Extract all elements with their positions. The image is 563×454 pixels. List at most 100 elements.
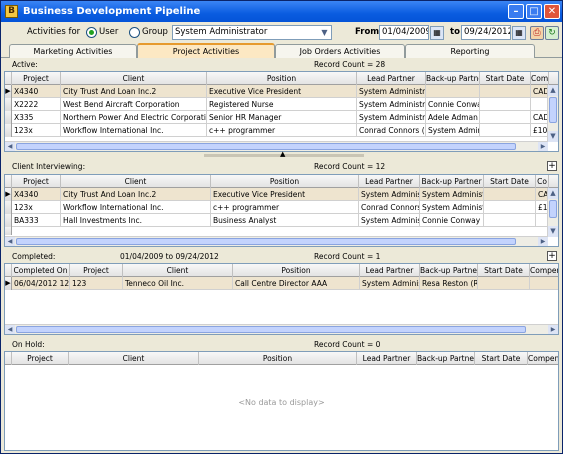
cell-position: c++ programmer xyxy=(211,201,359,214)
from-label: From xyxy=(355,27,380,37)
scroll-right-icon[interactable]: ▶ xyxy=(538,142,548,151)
scroll-thumb[interactable] xyxy=(16,326,526,333)
column-header[interactable]: Lead Partner xyxy=(357,72,426,85)
table-row[interactable]: 123x Workflow International Inc. c++ pro… xyxy=(5,201,558,214)
column-header[interactable]: Back-up Partne xyxy=(420,264,478,277)
from-date-field[interactable]: 01/04/2009 xyxy=(379,25,429,40)
cell-client: City Trust And Loan Inc.2 xyxy=(61,85,207,98)
scroll-right-icon[interactable]: ▶ xyxy=(538,237,548,246)
column-header[interactable]: Position xyxy=(233,264,360,277)
vertical-scrollbar[interactable]: ▲ ▼ xyxy=(547,188,558,237)
horizontal-scrollbar[interactable]: ◀ ▶ xyxy=(5,324,558,334)
to-date-field[interactable]: 09/24/2012 xyxy=(461,25,511,40)
cell-lead-partner: System Adminis xyxy=(362,277,420,290)
column-header[interactable]: Client xyxy=(61,175,211,188)
column-header[interactable]: Position xyxy=(207,72,357,85)
cell-backup-partner xyxy=(426,85,480,98)
scroll-thumb[interactable] xyxy=(16,143,516,150)
user-select[interactable]: System Administrator ▼ xyxy=(172,25,332,40)
scroll-left-icon[interactable]: ◀ xyxy=(5,325,15,334)
onhold-grid[interactable]: Project Client Position Lead Partner Bac… xyxy=(4,351,559,451)
column-header[interactable]: Client xyxy=(69,352,199,365)
maximize-button[interactable]: □ xyxy=(526,4,542,19)
column-header[interactable]: Compens xyxy=(530,264,558,277)
column-header[interactable]: Co xyxy=(536,175,549,188)
column-header[interactable]: Project xyxy=(70,264,123,277)
title-bar: B Business Development Pipeline – □ ✕ xyxy=(1,1,562,22)
column-header[interactable]: Start Date xyxy=(478,264,530,277)
scroll-down-icon[interactable]: ▼ xyxy=(548,131,558,142)
interviewing-grid[interactable]: Project Client Position Lead Partner Bac… xyxy=(4,174,559,247)
table-row[interactable]: 123x Workflow International Inc. c++ pro… xyxy=(5,124,558,137)
table-row[interactable]: BA333 Hall Investments Inc. Business Ana… xyxy=(5,214,558,227)
tab-reporting[interactable]: Reporting xyxy=(405,44,535,58)
scroll-left-icon[interactable]: ◀ xyxy=(5,237,15,246)
cell-backup-partner: System Administr xyxy=(422,201,484,214)
tab-project-activities[interactable]: Project Activities xyxy=(137,43,275,58)
refresh-icon[interactable]: ↻ xyxy=(545,26,559,40)
column-header[interactable]: Start Date xyxy=(475,352,528,365)
cell-position: c++ programmer xyxy=(207,124,357,137)
horizontal-scrollbar[interactable]: ◀ ▶ xyxy=(5,141,548,151)
interviewing-record-count: Record Count = 12 xyxy=(314,162,386,171)
table-row[interactable]: ▶ 06/04/2012 12 123 Tenneco Oil Inc. Cal… xyxy=(5,277,558,290)
cell-lead-partner: Conrad Connors xyxy=(361,201,420,214)
cell-project: X4340 xyxy=(12,188,61,201)
scroll-up-icon[interactable]: ▲ xyxy=(548,188,558,199)
cell-project: 123x xyxy=(12,201,61,214)
active-grid[interactable]: Project Client Position Lead Partner Bac… xyxy=(4,71,559,152)
column-header[interactable]: Lead Partner xyxy=(357,352,417,365)
column-header[interactable]: Com xyxy=(531,72,549,85)
active-record-count: Record Count = 28 xyxy=(314,60,386,69)
scroll-left-icon[interactable]: ◀ xyxy=(5,142,15,151)
to-label: to xyxy=(450,27,460,37)
table-row[interactable]: ▶ X4340 City Trust And Loan Inc.2 Execut… xyxy=(5,188,558,201)
scroll-thumb[interactable] xyxy=(16,238,516,245)
column-header[interactable]: Back-up Partner xyxy=(420,175,484,188)
grid-corner xyxy=(5,175,12,188)
minimize-button[interactable]: – xyxy=(508,4,524,19)
column-header[interactable]: Position xyxy=(199,352,357,365)
splitter[interactable]: ▲ xyxy=(4,150,559,158)
completed-date-range: 01/04/2009 to 09/24/2012 xyxy=(120,252,219,261)
scroll-up-icon[interactable]: ▲ xyxy=(548,85,558,96)
tab-strip: Marketing Activities Project Activities … xyxy=(1,43,562,58)
column-header[interactable]: Start Date xyxy=(484,175,536,188)
scroll-thumb[interactable] xyxy=(549,97,557,123)
column-header[interactable]: Client xyxy=(123,264,233,277)
expand-icon[interactable]: + xyxy=(547,161,557,171)
completed-grid[interactable]: Completed On Project Client Position Lea… xyxy=(4,263,559,335)
vertical-scrollbar[interactable]: ▲ ▼ xyxy=(547,85,558,142)
calendar-icon[interactable]: ▦ xyxy=(430,26,444,40)
column-header[interactable]: Start Date xyxy=(480,72,531,85)
column-header[interactable]: Position xyxy=(211,175,359,188)
group-radio-label: Group xyxy=(142,27,168,37)
table-row-partial[interactable] xyxy=(5,227,558,235)
cell-start-date xyxy=(484,214,536,227)
column-header[interactable]: Project xyxy=(12,72,61,85)
horizontal-scrollbar[interactable]: ◀ ▶ xyxy=(5,236,548,246)
column-header[interactable]: Lead Partner xyxy=(360,264,420,277)
scroll-thumb[interactable] xyxy=(549,200,557,218)
user-radio[interactable] xyxy=(86,27,97,38)
calendar-icon[interactable]: ▦ xyxy=(512,26,526,40)
column-header[interactable]: Project xyxy=(12,175,61,188)
column-header[interactable]: Back-up Partner xyxy=(426,72,480,85)
print-icon[interactable]: ⎙ xyxy=(530,26,544,40)
group-radio[interactable] xyxy=(129,27,140,38)
column-header[interactable]: Compens xyxy=(528,352,558,365)
column-header[interactable]: Client xyxy=(61,72,207,85)
column-header[interactable]: Project xyxy=(12,352,69,365)
table-row[interactable]: X2222 West Bend Aircraft Corporation Reg… xyxy=(5,98,558,111)
table-row[interactable]: ▶ X4340 City Trust And Loan Inc.2 Execut… xyxy=(5,85,558,98)
table-row[interactable]: X335 Northern Power And Electric Corpora… xyxy=(5,111,558,124)
column-header[interactable]: Completed On xyxy=(12,264,70,277)
tab-marketing-activities[interactable]: Marketing Activities xyxy=(9,44,137,58)
expand-icon[interactable]: + xyxy=(547,251,557,261)
tab-job-orders-activities[interactable]: Job Orders Activities xyxy=(275,44,405,58)
scroll-right-icon[interactable]: ▶ xyxy=(548,325,558,334)
column-header[interactable]: Back-up Partne xyxy=(417,352,475,365)
column-header[interactable]: Lead Partner xyxy=(359,175,420,188)
close-button[interactable]: ✕ xyxy=(544,4,560,19)
scroll-down-icon[interactable]: ▼ xyxy=(548,226,558,237)
